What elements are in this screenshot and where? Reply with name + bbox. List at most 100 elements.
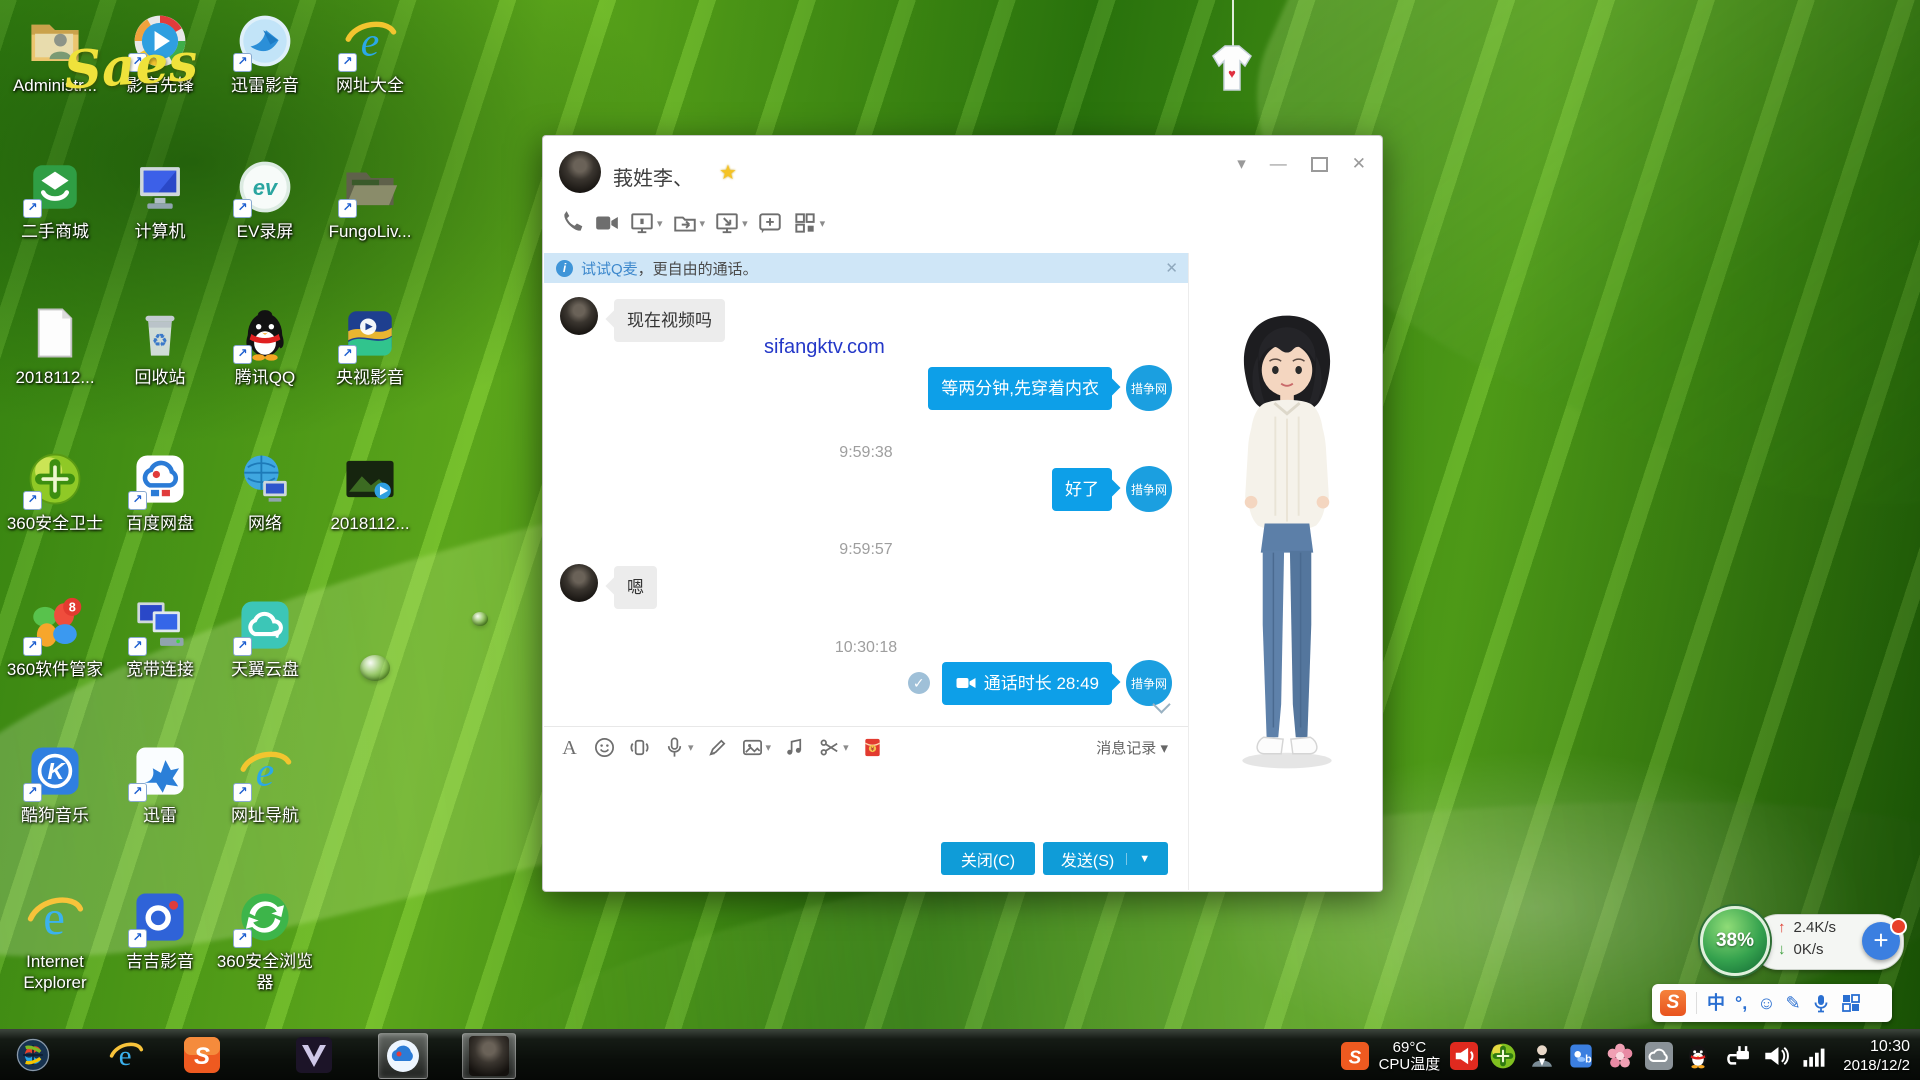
sogou-ime-bar[interactable]: S 中 °, ☺ ✎ [1652,984,1892,1022]
maximize-icon[interactable] [1311,157,1328,172]
sogou-tray-icon[interactable]: S [1340,1041,1370,1071]
desktop-icon-folder-open[interactable]: ↗FungoLiv... [317,158,423,242]
desktop-icon-green-market[interactable]: ↗二手商城 [2,158,108,242]
desktop-icon-network[interactable]: 网络 [212,450,318,534]
hanging-tshirt[interactable]: ♥ [1203,42,1261,94]
desktop-icon-thunder-play[interactable]: ↗迅雷影音 [212,12,318,96]
desktop-icon-xunlei-bird[interactable]: ↗迅雷 [107,742,213,826]
voice-call-icon[interactable] [559,210,585,236]
call-record-bubble[interactable]: 通话时长 28:49 [942,662,1112,705]
image-icon[interactable]: ▾ [741,736,772,759]
tray-360-ball-icon[interactable] [1488,1041,1518,1071]
dropdown-caret-icon[interactable]: ▾ [700,217,706,230]
desktop-icon-ie[interactable]: e↗网址大全 [317,12,423,96]
incoming-bubble[interactable]: 嗯 [614,566,657,609]
remote-assist-icon[interactable]: ▾ [714,210,748,236]
taskbar-baidu-cloud-button[interactable] [378,1033,428,1079]
tray-doctor-icon[interactable] [1527,1041,1557,1071]
desktop-icon-ball-360[interactable]: ↗360安全卫士 [2,450,108,534]
tip-close-icon[interactable]: ✕ [1165,259,1178,277]
dropdown-caret-icon[interactable]: ▾ [820,217,826,230]
taskbar-qq-session-button[interactable] [462,1033,516,1079]
font-icon[interactable]: A [558,736,581,759]
desktop-icon-browser-360[interactable]: ↗360安全浏览器 [212,888,318,993]
ime-handwrite-icon[interactable]: ✎ [1786,993,1801,1013]
dropdown-caret-icon[interactable]: ▾ [766,741,772,754]
dropdown-caret-icon[interactable]: ▾ [657,217,663,230]
message-input[interactable] [544,768,1188,838]
red-packet-icon[interactable]: ¥ [861,736,884,759]
desktop-icon-tianyi-cloud[interactable]: ↗天翼云盘 [212,596,318,680]
desktop-icon-ev[interactable]: ev↗EV录屏 [212,158,318,242]
desktop-icon-ie-big[interactable]: eInternet Explorer [2,888,108,993]
ime-toolbox-icon[interactable] [1841,993,1861,1013]
sogou-logo-icon[interactable]: S [1660,990,1686,1016]
tray-megaphone-icon[interactable] [1449,1041,1479,1071]
tray-signal-icon[interactable] [1800,1041,1830,1071]
outgoing-bubble[interactable]: 等两分钟,先穿着内衣 [928,367,1112,410]
desktop-icon-baidu-pan[interactable]: ↗百度网盘 [107,450,213,534]
net-speed-widget[interactable]: ↑ 2.4K/s ↓ 0K/s + 38% [1700,906,1916,976]
ime-mode-chinese[interactable]: 中 [1707,993,1725,1013]
video-call-icon[interactable] [594,210,620,236]
tray-baidu-doc-icon[interactable]: b [1566,1041,1596,1071]
desktop-icon-kugou[interactable]: K↗酷狗音乐 [2,742,108,826]
desktop-icon-document[interactable]: 2018112... [2,304,108,388]
screen-demo-icon[interactable]: ▾ [629,210,663,236]
self-avatar[interactable]: 措争网 [1126,365,1172,411]
create-session-icon[interactable] [757,210,783,236]
send-file-icon[interactable]: ▾ [672,210,706,236]
taskbar-sogou-button[interactable]: S [180,1033,224,1077]
window-shake-icon[interactable] [628,736,651,759]
qmic-try-link[interactable]: 试试Q麦 [581,258,638,279]
svg-text:b: b [1585,1053,1592,1065]
voice-message-icon[interactable]: ▾ [663,736,694,759]
ime-emoji-icon[interactable]: ☺ [1757,993,1775,1013]
taskbar-clock[interactable]: 10:30 2018/12/2 [1843,1037,1910,1075]
send-button[interactable]: 发送(S) ▼ [1043,842,1168,875]
virtual-avatar-girl[interactable] [1219,303,1355,779]
dropdown-caret-icon[interactable]: ▾ [843,741,849,754]
desktop-icon-petals-360[interactable]: 8↗360软件管家 [2,596,108,680]
send-options-icon[interactable]: ▼ [1126,853,1150,865]
ime-punctuation[interactable]: °, [1735,993,1747,1013]
tray-flower-icon[interactable] [1605,1041,1635,1071]
peer-avatar[interactable] [559,151,601,193]
minimize-icon[interactable]: — [1270,154,1287,174]
dropdown-caret-icon[interactable]: ▾ [688,741,694,754]
desktop-icon-ie[interactable]: e↗网址导航 [212,742,318,826]
window-menu-icon[interactable]: ▾ [1237,154,1246,174]
desktop-icon-broadband[interactable]: ↗宽带连接 [107,596,213,680]
taskbar-vagaa-button[interactable] [292,1033,336,1077]
peer-avatar[interactable] [560,564,598,602]
self-avatar[interactable]: 措争网 [1126,466,1172,512]
outgoing-bubble[interactable]: 好了 [1052,468,1112,511]
desktop-icon-video-thumb[interactable]: 2018112... [317,450,423,534]
message-history-button[interactable]: 消息记录 ▾ [1096,737,1168,758]
dropdown-caret-icon[interactable]: ▾ [742,217,748,230]
close-button[interactable]: 关闭(C) [941,842,1035,875]
taskbar-ie-button[interactable]: e [104,1033,148,1077]
desktop-icon-cctv[interactable]: ↗央视影音 [317,304,423,388]
tray-cloud-icon[interactable] [1644,1041,1674,1071]
doodle-icon[interactable] [706,736,729,759]
taskbar-start-button[interactable] [10,1033,56,1077]
ime-mic-icon[interactable] [1811,993,1831,1013]
peer-avatar[interactable] [560,297,598,335]
screenshot-icon[interactable]: ▾ [818,736,849,759]
tray-qq-penguin-icon[interactable] [1683,1041,1713,1071]
tray-volume-icon[interactable] [1761,1041,1791,1071]
desktop-icon-jiji[interactable]: ↗吉吉影音 [107,888,213,972]
tray-plug-icon[interactable] [1722,1041,1752,1071]
desktop-icon-computer[interactable]: 计算机 [107,158,213,242]
app-box-icon[interactable]: ▾ [792,210,826,236]
incoming-bubble[interactable]: 现在视频吗 [614,299,725,342]
emoji-icon[interactable] [593,736,616,759]
desktop-icon-qq-penguin[interactable]: ↗腾讯QQ [212,304,318,388]
memory-ball[interactable]: 38% [1700,906,1770,976]
music-icon[interactable] [783,736,806,759]
message-link[interactable]: sifangktv.com [764,336,885,358]
close-icon[interactable]: ✕ [1352,154,1366,174]
message-list[interactable]: 现在视频吗sifangktv.com措争网等两分钟,先穿着内衣9:59:38措争… [544,283,1188,726]
desktop-icon-recycle-bin[interactable]: ♻回收站 [107,304,213,388]
